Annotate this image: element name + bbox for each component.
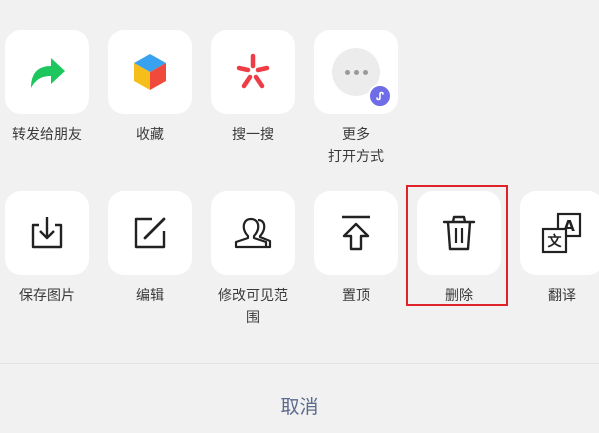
search-asterisk-icon [236,53,270,89]
translate-icon: A 文 [541,212,582,254]
translate-label: 翻译 [548,288,576,304]
save-image-label: 保存图片 [19,288,75,304]
forward-to-friend-label: 转发给朋友 [12,127,82,143]
action-sheet: 转发给朋友 收藏 搜一搜 更多 打开方式 保存图片 编辑 修改可见范 围 置顶 … [0,0,599,433]
edit-label: 编辑 [136,288,164,304]
forward-arrow-icon [31,58,65,88]
edit-button[interactable] [108,191,192,275]
save-image-button[interactable] [5,191,89,275]
visibility-people-icon [234,217,272,249]
save-image-icon [31,217,63,249]
svg-text:文: 文 [548,233,563,250]
pin-to-top-label: 置顶 [342,288,370,304]
favorite-cube-icon [134,54,166,90]
forward-to-friend-button[interactable] [5,30,89,114]
cancel-button[interactable]: 取消 [0,391,599,423]
edit-icon [134,217,166,249]
change-visibility-label: 修改可见范 围 [218,288,288,326]
pin-to-top-button[interactable] [314,191,398,275]
pin-top-icon [342,215,370,251]
search-button[interactable] [211,30,295,114]
mini-program-badge-icon [368,84,392,108]
favorite-button[interactable] [108,30,192,114]
more-open-options-button[interactable] [314,30,398,114]
translate-button[interactable]: A 文 [520,191,599,275]
favorite-label: 收藏 [136,127,164,143]
more-open-options-label: 更多 打开方式 [328,127,384,165]
search-label: 搜一搜 [232,127,274,143]
change-visibility-button[interactable] [211,191,295,275]
delete-highlight-box [406,185,508,306]
